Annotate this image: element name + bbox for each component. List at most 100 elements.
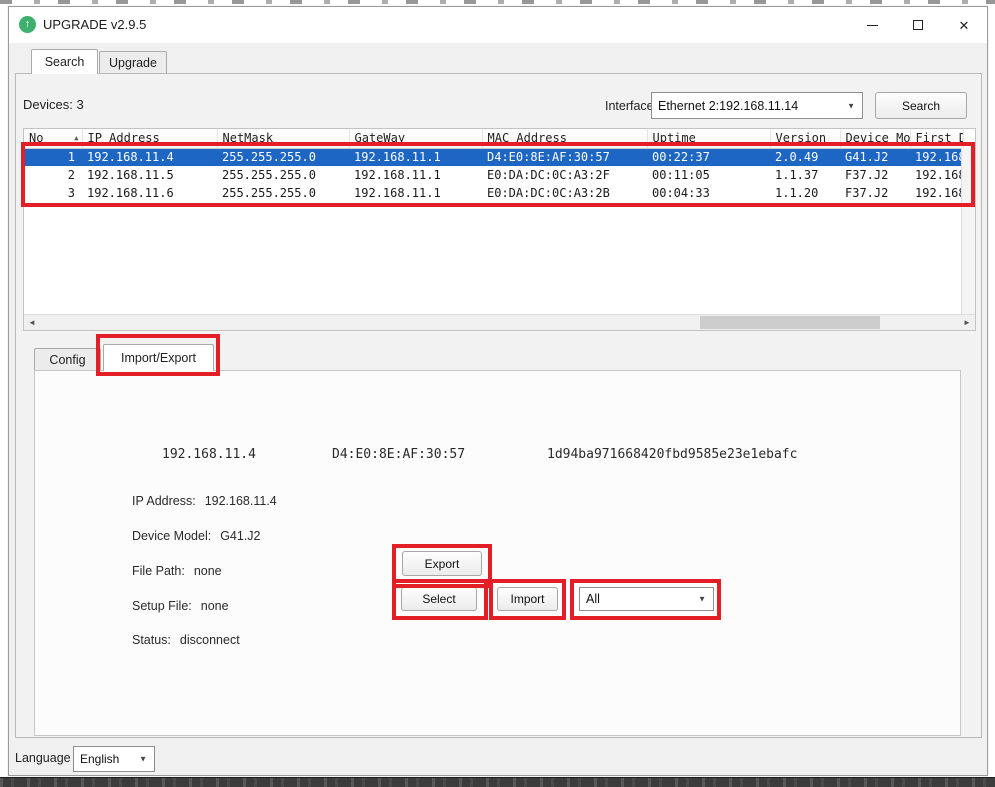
sort-ascending-icon: ▲: [74, 134, 79, 142]
scroll-right-icon[interactable]: ►: [959, 315, 975, 330]
device-table: No ▲ IP Address NetMask GateWay MAC Addr…: [24, 129, 964, 202]
cell-uptime: 00:11:05: [652, 168, 710, 182]
cell-model: G41.J2: [840, 148, 910, 166]
screen: ↑ UPGRADE v2.9.5 ✕ Search Upgrade Device…: [0, 0, 995, 787]
field-value: G41.J2: [220, 529, 261, 543]
column-header-no[interactable]: No ▲: [24, 129, 83, 149]
cell-no: 2: [67, 168, 75, 182]
window-title: UPGRADE v2.9.5: [43, 17, 147, 32]
search-button[interactable]: Search: [875, 92, 967, 119]
close-icon: ✕: [958, 17, 970, 33]
selected-device-mac: D4:E0:8E:AF:30:57: [332, 447, 466, 462]
maximize-icon: [913, 20, 923, 30]
import-scope-selected-value: All: [586, 592, 600, 606]
field-value: 192.168.11.4: [204, 494, 277, 508]
field-file-path: File Path: none: [132, 564, 222, 578]
cell-ip: 192.168.11.6: [87, 186, 174, 200]
field-label: Status:: [132, 633, 171, 647]
column-header-version[interactable]: Version: [770, 129, 841, 149]
top-screen-edge: [0, 0, 995, 4]
cell-mac: D4:E0:8E:AF:30:57: [482, 148, 647, 166]
selected-device-hash: 1d94ba971668420fbd9585e23e1ebafc: [547, 447, 798, 462]
column-header-first[interactable]: First De: [910, 129, 964, 149]
column-header-ip[interactable]: IP Address: [82, 129, 218, 149]
minimize-icon: [866, 24, 878, 26]
import-scope-select[interactable]: All ▼: [579, 587, 714, 611]
column-header-mac[interactable]: MAC Address: [482, 129, 648, 149]
field-value: none: [200, 599, 229, 613]
import-button[interactable]: Import: [497, 587, 558, 611]
cell-uptime: 00:04:33: [652, 186, 710, 200]
import-export-panel: 192.168.11.4 D4:E0:8E:AF:30:57 1d94ba971…: [34, 370, 961, 736]
select-button[interactable]: Select: [401, 587, 477, 611]
table-row-device-2[interactable]: 2 192.168.11.5 255.255.255.0 192.168.11.…: [24, 166, 963, 184]
selected-device-ip: 192.168.11.4: [162, 447, 256, 462]
cell-ip: 192.168.11.5: [87, 168, 174, 182]
chevron-down-icon: ▼: [139, 754, 147, 764]
chevron-down-icon: ▼: [698, 594, 706, 604]
field-value: none: [193, 564, 222, 578]
field-label: File Path:: [132, 564, 185, 578]
tab-config[interactable]: Config: [34, 348, 101, 371]
cell-uptime: 00:22:37: [647, 148, 770, 166]
field-value: disconnect: [179, 633, 240, 647]
minimize-button[interactable]: [849, 7, 895, 43]
table-header-row: No ▲ IP Address NetMask GateWay MAC Addr…: [24, 129, 964, 149]
table-row-device-1[interactable]: 1 192.168.11.4 255.255.255.0 192.168.11.…: [24, 148, 963, 166]
cell-version: 1.1.37: [775, 168, 819, 182]
bottom-screen-edge: [0, 777, 995, 787]
table-row-device-3[interactable]: 3 192.168.11.6 255.255.255.0 192.168.11.…: [24, 184, 963, 202]
cell-netmask: 255.255.255.0: [217, 148, 349, 166]
column-header-netmask[interactable]: NetMask: [217, 129, 350, 149]
column-header-device-model[interactable]: Device Mo: [840, 129, 911, 149]
interface-label: Interface: [605, 99, 654, 113]
cell-ip: 192.168.11.4: [82, 148, 217, 166]
horizontal-scrollbar[interactable]: ◄ ►: [24, 314, 975, 330]
field-setup-file: Setup File: none: [132, 599, 229, 613]
cell-gateway: 192.168.11.1: [354, 186, 441, 200]
interface-select[interactable]: Ethernet 2:192.168.11.14 ▼: [651, 92, 863, 119]
cell-version: 1.1.20: [775, 186, 819, 200]
scrollbar-thumb[interactable]: [700, 316, 880, 329]
cell-no: 1: [24, 148, 82, 166]
column-header-gateway[interactable]: GateWay: [349, 129, 483, 149]
field-ip-address: IP Address: 192.168.11.4: [132, 494, 277, 508]
field-status: Status: disconnect: [132, 633, 240, 647]
vertical-scrollbar[interactable]: [961, 148, 975, 314]
interface-selected-value: Ethernet 2:192.168.11.14: [658, 98, 799, 113]
cell-netmask: 255.255.255.0: [222, 168, 316, 182]
cell-no: 3: [67, 186, 75, 200]
devices-count-label: Devices: 3: [23, 97, 84, 112]
maximize-button[interactable]: [895, 7, 941, 43]
column-header-uptime[interactable]: Uptime: [647, 129, 771, 149]
cell-netmask: 255.255.255.0: [222, 186, 316, 200]
cell-model: F37.J2: [845, 168, 889, 182]
cell-first: 192.168: [915, 168, 963, 182]
language-select[interactable]: English ▼: [73, 746, 155, 772]
cell-gateway: 192.168.11.1: [354, 168, 441, 182]
tab-search[interactable]: Search: [31, 49, 98, 74]
field-label: Device Model:: [132, 529, 212, 543]
field-device-model: Device Model: G41.J2: [132, 529, 261, 543]
close-button[interactable]: ✕: [941, 7, 987, 43]
tab-upgrade[interactable]: Upgrade: [99, 51, 167, 74]
scroll-left-icon[interactable]: ◄: [24, 315, 40, 330]
language-selected-value: English: [80, 752, 120, 766]
cell-mac: E0:DA:DC:0C:A3:2F: [487, 168, 610, 182]
cell-first: 192.168: [915, 186, 963, 200]
cell-gateway: 192.168.11.1: [349, 148, 482, 166]
column-label: No: [29, 131, 44, 146]
app-upgrade-icon: ↑: [19, 16, 36, 33]
device-table-area: No ▲ IP Address NetMask GateWay MAC Addr…: [23, 128, 976, 331]
app-window: ↑ UPGRADE v2.9.5 ✕ Search Upgrade Device…: [8, 6, 988, 776]
export-button[interactable]: Export: [402, 551, 482, 576]
cell-mac: E0:DA:DC:0C:A3:2B: [487, 186, 610, 200]
title-bar: ↑ UPGRADE v2.9.5 ✕: [9, 7, 987, 43]
window-controls: ✕: [849, 7, 987, 43]
tab-import-export[interactable]: Import/Export: [103, 344, 214, 371]
language-label: Language: [15, 751, 71, 765]
chevron-down-icon: ▼: [847, 101, 855, 110]
cell-version: 2.0.49: [770, 148, 840, 166]
field-label: Setup File:: [132, 599, 192, 613]
cell-first: 192.168: [910, 148, 963, 166]
